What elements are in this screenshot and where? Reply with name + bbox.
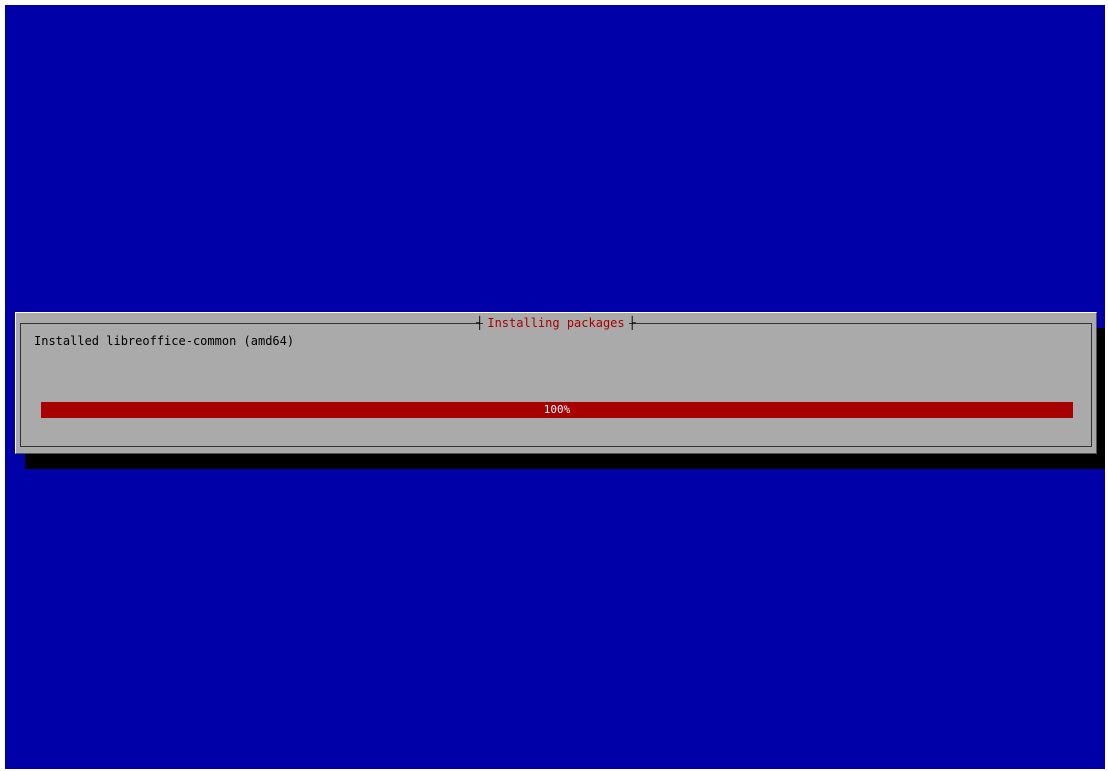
dialog-title: Installing packages [483, 315, 629, 331]
progress-dialog: ┤ Installing packages ├ Installed libreoff… [15, 312, 1097, 454]
progress-percent-label: 100% [543, 403, 571, 416]
dialog-title-bar: ┤ Installing packages ├ [476, 315, 636, 331]
status-message: Installed libreoffice-common (amd64) [34, 334, 295, 348]
installer-screen: ┤ Installing packages ├ Installed libreoff… [5, 5, 1105, 769]
progress-bar: 100% [41, 400, 1073, 420]
